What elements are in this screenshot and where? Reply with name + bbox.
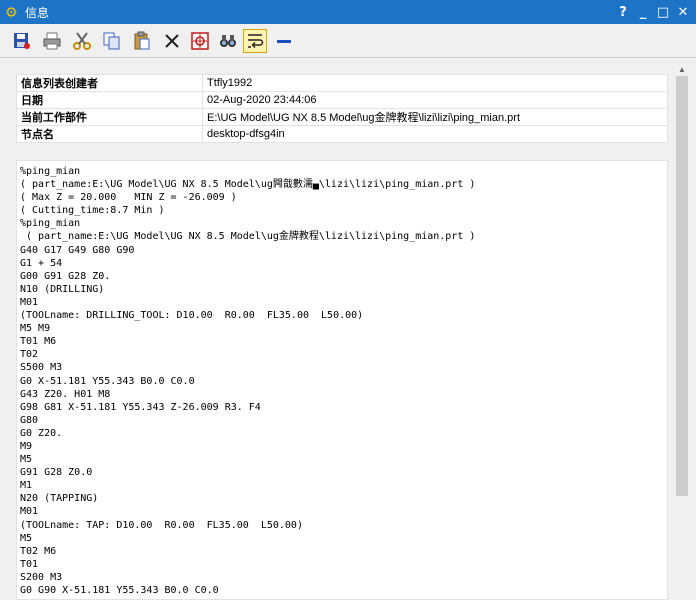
- find-button[interactable]: [216, 29, 240, 53]
- info-row-node: 节点名 desktop-dfsg4in: [16, 125, 668, 143]
- delete-icon: [165, 34, 179, 48]
- output-line: M01: [20, 506, 39, 518]
- output-text-area[interactable]: %ping_mian( part_name:E:\UG Model\UG NX …: [16, 160, 668, 600]
- output-line: G43 Z20. H01 M8: [20, 388, 111, 400]
- copy-icon: [103, 32, 120, 50]
- output-line: ( Max Z = 20.000 MIN Z = -26.009 ): [20, 192, 237, 204]
- output-line: G0 X-51.181 Y55.343 B0.0 C0.0: [20, 375, 195, 387]
- info-row-work-part: 当前工作部件 E:\UG Model\UG NX 8.5 Model\ug金牌教…: [16, 108, 668, 126]
- output-line: T02: [20, 349, 39, 361]
- info-value: desktop-dfsg4in: [202, 125, 668, 143]
- toolbar: [0, 24, 696, 58]
- output-line: S200 M3: [20, 571, 63, 583]
- output-line: G1 + 54: [20, 257, 63, 269]
- scrollbar-thumb[interactable]: [676, 76, 688, 496]
- info-key: 日期: [16, 91, 203, 109]
- cut-icon: [73, 32, 91, 50]
- output-line: ( part_name:E:\UG Model\UG NX 8.5 Model\…: [20, 231, 476, 243]
- output-line: M1: [20, 480, 33, 492]
- info-value: Ttfly1992: [202, 74, 668, 92]
- output-line: N10 (DRILLING): [20, 283, 105, 295]
- window-controls: ? _ □ ✕: [612, 0, 692, 24]
- output-line: T01 M6: [20, 336, 57, 348]
- print-icon: [43, 32, 61, 50]
- print-button[interactable]: [40, 29, 64, 53]
- output-line: M5 M9: [20, 323, 51, 335]
- output-line: G00 G91 G28 Z0.: [20, 270, 111, 282]
- close-button[interactable]: ✕: [674, 3, 692, 21]
- info-row-creator: 信息列表创建者 Ttfly1992: [16, 74, 668, 92]
- crosshair-button[interactable]: [188, 29, 212, 53]
- info-key: 当前工作部件: [16, 108, 203, 126]
- output-line: G98 G81 X-51.181 Y55.343 Z-26.009 R3. F4: [20, 401, 261, 413]
- save-icon: [14, 33, 30, 49]
- output-line: M5: [20, 454, 33, 466]
- output-line: (TOOLname: TAP: D10.00 R0.00 FL35.00 L50…: [20, 519, 303, 531]
- output-line: ( Cutting_time:8.7 Min ): [20, 205, 165, 217]
- scroll-up-arrow[interactable]: ▲: [674, 62, 690, 76]
- output-line: M5: [20, 532, 33, 544]
- word-wrap-icon: [248, 34, 264, 49]
- collapse-button[interactable]: [272, 29, 296, 53]
- minimize-button[interactable]: _: [634, 3, 652, 21]
- info-row-date: 日期 02-Aug-2020 23:44:06: [16, 91, 668, 109]
- output-line: G80: [20, 414, 39, 426]
- output-line: G0 G90 X-51.181 Y55.343 B0.0 C0.0: [20, 585, 219, 596]
- output-line: N20 (TAPPING): [20, 493, 99, 505]
- help-button[interactable]: ?: [614, 3, 632, 21]
- output-line: T02 M6: [20, 545, 57, 557]
- output-line: S500 M3: [20, 362, 63, 374]
- crosshair-icon: [191, 32, 209, 50]
- info-value: E:\UG Model\UG NX 8.5 Model\ug金牌教程\lizi\…: [202, 108, 668, 126]
- output-line: M9: [20, 440, 33, 452]
- minus-icon: [277, 40, 291, 43]
- output-line: %ping_mian: [20, 166, 81, 177]
- window-title: 信息: [25, 5, 50, 20]
- output-line: G91 G28 Z0.0: [20, 467, 93, 479]
- output-line: G0 Z20.: [20, 427, 63, 439]
- info-value: 02-Aug-2020 23:44:06: [202, 91, 668, 109]
- output-line: M01: [20, 296, 39, 308]
- binoculars-icon: [220, 35, 236, 47]
- info-key: 信息列表创建者: [16, 74, 203, 92]
- cut-button[interactable]: [70, 29, 94, 53]
- vertical-scrollbar[interactable]: ▲: [674, 62, 690, 600]
- output-line: (TOOLname: DRILLING_TOOL: D10.00 R0.00 F…: [20, 310, 364, 322]
- output-line: T01: [20, 558, 39, 570]
- save-button[interactable]: [10, 29, 34, 53]
- paste-icon: [134, 31, 150, 50]
- word-wrap-button[interactable]: [243, 29, 267, 53]
- output-line: %ping_mian: [20, 218, 81, 230]
- maximize-button[interactable]: □: [654, 3, 672, 21]
- info-table: 信息列表创建者 Ttfly1992 日期 02-Aug-2020 23:44:0…: [16, 74, 668, 143]
- delete-button[interactable]: [160, 29, 184, 53]
- copy-button[interactable]: [100, 29, 124, 53]
- paste-button[interactable]: [130, 29, 154, 53]
- info-content: 信息列表创建者 Ttfly1992 日期 02-Aug-2020 23:44:0…: [8, 62, 674, 600]
- output-line: G40 G17 G49 G80 G90: [20, 244, 135, 256]
- info-key: 节点名: [16, 125, 203, 143]
- gear-icon: ⚙: [5, 4, 18, 20]
- title-bar: ⚙ 信息 ? _ □ ✕: [0, 0, 696, 24]
- output-line: ( part_name:E:\UG Model\UG NX 8.5 Model\…: [20, 179, 476, 191]
